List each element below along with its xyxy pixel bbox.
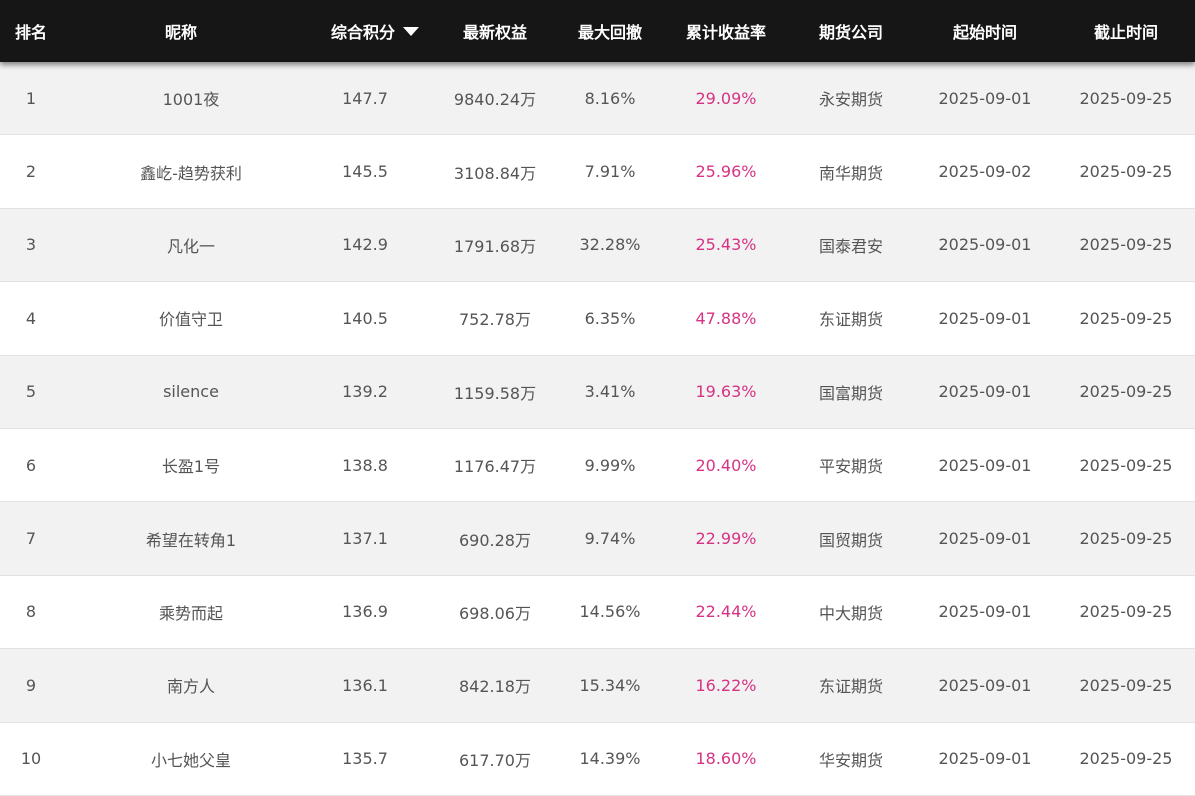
end-date-cell: 2025-09-25 xyxy=(1079,749,1173,769)
table-row[interactable]: 9 南方人 136.1 842.18万 15.34% 16.22% 东证期货 2025-09-… xyxy=(0,649,1195,723)
end-date-cell: 2025-09-25 xyxy=(1079,602,1173,622)
table-row[interactable]: 2 鑫屹-趋势获利 145.5 3108.84万 7.91% 25.96% 南华期货 2025… xyxy=(0,135,1195,209)
nickname-cell: 小七她父皇 xyxy=(150,750,231,770)
table-row[interactable]: 7 希望在转角1 137.1 690.28万 9.74% 22.99% 国贸期货 2025-0… xyxy=(0,502,1195,576)
end-date-cell: 2025-09-25 xyxy=(1079,675,1173,695)
nickname-cell: 希望在转角1 xyxy=(145,530,237,550)
end-date-cell: 2025-09-25 xyxy=(1079,382,1173,402)
nickname-cell: 鑫屹-趋势获利 xyxy=(140,163,242,183)
table-row[interactable]: 10 小七她父皇 135.7 617.70万 14.39% 18.60% 华安期货 2025-… xyxy=(0,722,1195,796)
table-row[interactable]: 4 价值守卫 140.5 752.78万 6.35% 47.88% 东证期货 2025-09-… xyxy=(0,282,1195,356)
end-date-cell: 2025-09-25 xyxy=(1079,235,1173,255)
table-row[interactable]: 6 长盈1号 138.8 1176.47万 9.99% 20.40% 平安期货 2025-09… xyxy=(0,428,1195,503)
table-body: 1 1001夜 147.7 9840.24万 8.16% 29.09% 永安期货 2025-0… xyxy=(0,62,1195,796)
nickname-cell: 长盈1号 xyxy=(161,457,221,477)
table-row[interactable]: 3 凡化一 142.9 1791.68万 32.28% 25.43% 国泰君安 2025-09… xyxy=(0,208,1195,283)
end-date-cell: 2025-09-25 xyxy=(1079,455,1173,475)
table-row[interactable]: 8 乘势而起 136.9 698.06万 14.56% 22.44% 中大期货 2025-09… xyxy=(0,575,1195,650)
table-row[interactable]: 1 1001夜 147.7 9840.24万 8.16% 29.09% 永安期货 2025-0… xyxy=(0,62,1195,136)
table-header: 排名 昵称 综合积分 最新权益 最大回撤 累计收益率 期货公司 起始时间 截止时… xyxy=(0,0,1195,62)
end-date-cell: 2025-09-25 xyxy=(1079,529,1173,549)
nickname-cell: silence xyxy=(163,382,219,402)
nickname-cell: 价值守卫 xyxy=(158,310,223,330)
nickname-cell: 凡化一 xyxy=(166,236,215,256)
table-row[interactable]: 5 silence 139.2 1159.58万 3.41% 19.63% 国富期货 2025… xyxy=(0,355,1195,429)
leaderboard-table: 排名 昵称 综合积分 最新权益 最大回撤 累计收益率 期货公司 起始时间 截止时… xyxy=(0,0,1195,796)
end-date-cell: 2025-09-25 xyxy=(1079,88,1173,108)
nickname-cell: 乘势而起 xyxy=(158,603,223,623)
header-end-date[interactable]: 截止时间 xyxy=(1026,0,1195,62)
end-date-cell: 2025-09-25 xyxy=(1079,162,1173,182)
nickname-cell: 1001夜 xyxy=(162,90,220,110)
header-nickname[interactable]: 昵称 xyxy=(81,0,281,62)
header-score-label: 综合积分 xyxy=(330,23,395,42)
nickname-cell: 南方人 xyxy=(166,677,215,697)
end-date-cell: 2025-09-25 xyxy=(1079,308,1173,328)
